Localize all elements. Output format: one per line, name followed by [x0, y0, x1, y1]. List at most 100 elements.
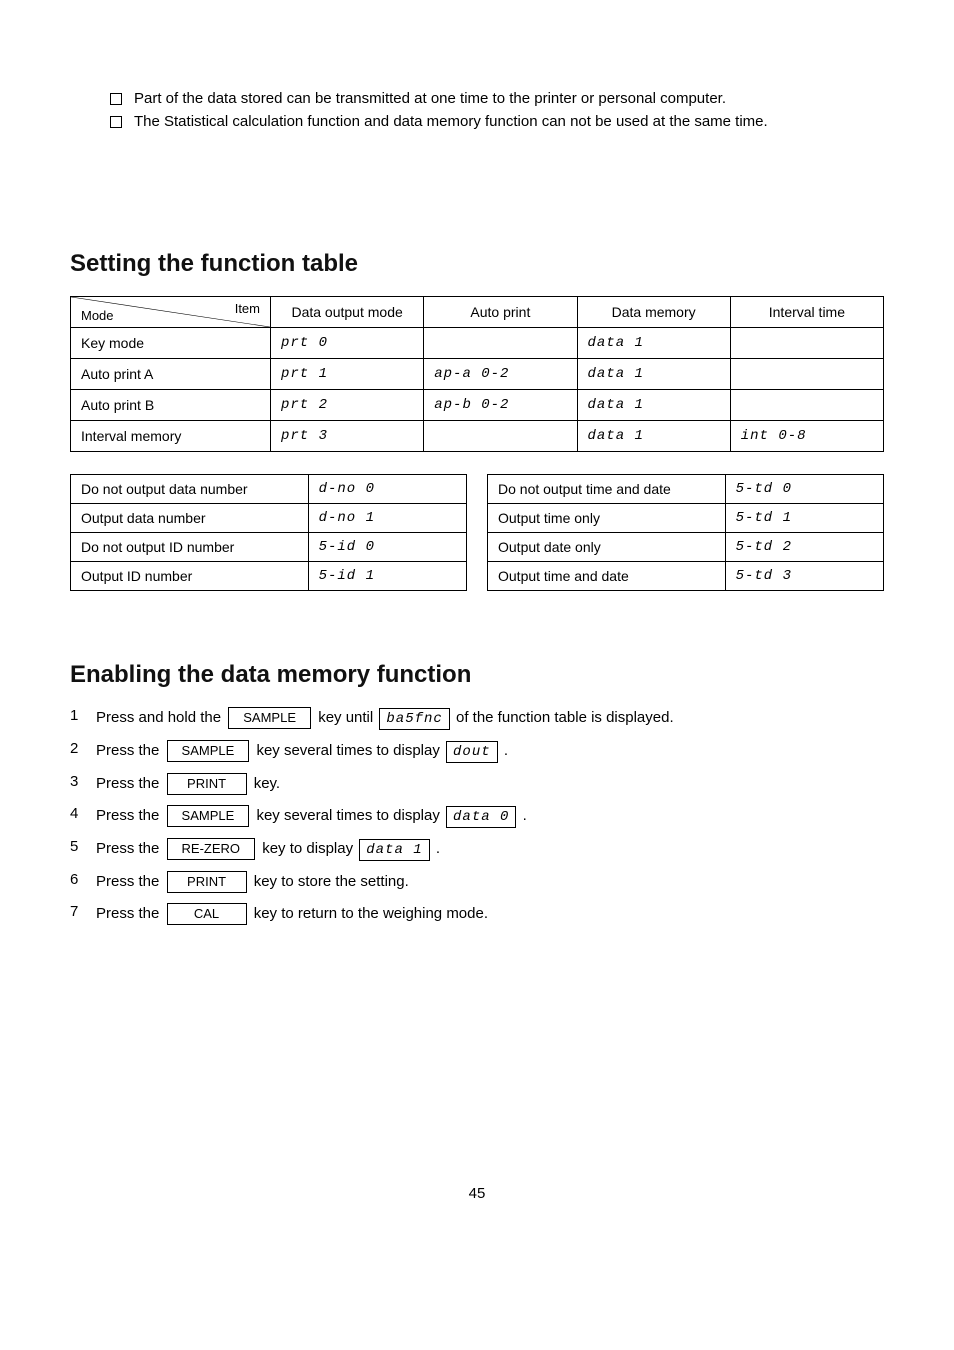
step-pre: Press the [96, 905, 164, 922]
col-head: Auto print [424, 297, 577, 328]
mode-cell: Key mode [71, 328, 271, 359]
diag-header: Item Mode [71, 297, 271, 328]
table-row: Output data number d-no 1 [71, 504, 467, 533]
label-cell: Do not output time and date [488, 475, 726, 504]
seg-cell [424, 328, 577, 359]
seg-cell: prt 1 [271, 359, 424, 390]
seg-cell: prt 3 [271, 421, 424, 452]
label-cell: Output date only [488, 533, 726, 562]
bullet-text: Part of the data stored can be transmitt… [134, 90, 726, 107]
bullet-item: The Statistical calculation function and… [110, 113, 884, 130]
right-small-table: Do not output time and date 5-td 0 Outpu… [487, 474, 884, 591]
step-number: 5 [70, 838, 96, 855]
step-item: 1 Press and hold the SAMPLE key until ba… [70, 707, 884, 730]
section-title-setting: Setting the function table [70, 250, 884, 278]
key-sample: SAMPLE [167, 740, 250, 762]
step-number: 7 [70, 903, 96, 920]
step-text: Press and hold the SAMPLE key until ba5f… [96, 707, 884, 730]
label-cell: Do not output ID number [71, 533, 309, 562]
table-row: Auto print B prt 2 ap-b 0-2 data 1 [71, 390, 884, 421]
table-row: Output time only 5-td 1 [488, 504, 884, 533]
label-cell: Output time only [488, 504, 726, 533]
step-number: 6 [70, 871, 96, 888]
step-post: key several times to display [256, 807, 444, 824]
col-head: Data output mode [271, 297, 424, 328]
section-title-enabling: Enabling the data memory function [70, 661, 884, 689]
step-post: key several times to display [256, 742, 444, 759]
table-row: Do not output time and date 5-td 0 [488, 475, 884, 504]
step-number: 3 [70, 773, 96, 790]
col-head: Interval time [730, 297, 883, 328]
table-row: Output time and date 5-td 3 [488, 562, 884, 591]
seg-cell: data 1 [577, 359, 730, 390]
step-text: Press the SAMPLE key several times to di… [96, 740, 884, 763]
table-row: Output date only 5-td 2 [488, 533, 884, 562]
label-cell: Do not output data number [71, 475, 309, 504]
step-item: 4 Press the SAMPLE key several times to … [70, 805, 884, 828]
step-text: Press the SAMPLE key several times to di… [96, 805, 884, 828]
table-row: Do not output ID number 5-id 0 [71, 533, 467, 562]
step-number: 1 [70, 707, 96, 724]
bullet-marker [110, 93, 122, 105]
step-post: key to return to the weighing mode. [254, 905, 488, 922]
step-pre: Press and hold the [96, 709, 225, 726]
caution-bullets: Part of the data stored can be transmitt… [110, 90, 884, 130]
step-item: 6 Press the PRINT key to store the setti… [70, 871, 884, 893]
seg-cell [730, 390, 883, 421]
diag-top-label: Item [235, 301, 260, 316]
seg-cell: 5-td 2 [725, 533, 883, 562]
display-value: dout [446, 741, 498, 763]
step-item: 2 Press the SAMPLE key several times to … [70, 740, 884, 763]
diag-bot-label: Mode [81, 308, 114, 323]
display-value: ba5fnc [379, 708, 449, 730]
steps-list: 1 Press and hold the SAMPLE key until ba… [70, 707, 884, 925]
seg-cell: 5-td 3 [725, 562, 883, 591]
small-tables-row: Do not output data number d-no 0 Output … [70, 474, 884, 591]
seg-cell: 5-td 0 [725, 475, 883, 504]
step-tail: . [523, 807, 527, 824]
label-cell: Output time and date [488, 562, 726, 591]
seg-cell: data 1 [577, 390, 730, 421]
seg-cell: data 1 [577, 421, 730, 452]
step-pre: Press the [96, 742, 164, 759]
seg-cell: d-no 0 [308, 475, 466, 504]
step-item: 3 Press the PRINT key. [70, 773, 884, 795]
left-small-table: Do not output data number d-no 0 Output … [70, 474, 467, 591]
step-tail: of the function table is displayed. [456, 709, 674, 726]
step-tail: . [436, 840, 440, 857]
step-item: 7 Press the CAL key to return to the wei… [70, 903, 884, 925]
key-cal: CAL [167, 903, 247, 925]
table-row: Do not output data number d-no 0 [71, 475, 467, 504]
seg-cell [730, 359, 883, 390]
function-table: Item Mode Data output mode Auto print Da… [70, 296, 884, 452]
step-tail: . [504, 742, 508, 759]
step-post: key. [254, 775, 280, 792]
bullet-item: Part of the data stored can be transmitt… [110, 90, 884, 107]
bullet-marker [110, 116, 122, 128]
mode-cell: Auto print A [71, 359, 271, 390]
seg-cell: ap-a 0-2 [424, 359, 577, 390]
key-print: PRINT [167, 773, 247, 795]
seg-cell [730, 328, 883, 359]
seg-cell: data 1 [577, 328, 730, 359]
display-value: data 1 [359, 839, 429, 861]
label-cell: Output data number [71, 504, 309, 533]
step-number: 2 [70, 740, 96, 757]
seg-cell: prt 2 [271, 390, 424, 421]
step-number: 4 [70, 805, 96, 822]
key-sample: SAMPLE [167, 805, 250, 827]
bullet-text: The Statistical calculation function and… [134, 113, 768, 130]
step-post: key to display [262, 840, 357, 857]
seg-cell: 5-id 1 [308, 562, 466, 591]
table-row: Key mode prt 0 data 1 [71, 328, 884, 359]
step-pre: Press the [96, 840, 164, 857]
page-number: 45 [70, 1185, 884, 1202]
step-text: Press the RE-ZERO key to display data 1 … [96, 838, 884, 861]
col-head: Data memory [577, 297, 730, 328]
key-print: PRINT [167, 871, 247, 893]
seg-cell: 5-id 0 [308, 533, 466, 562]
seg-cell: 5-td 1 [725, 504, 883, 533]
mode-cell: Auto print B [71, 390, 271, 421]
step-pre: Press the [96, 873, 164, 890]
seg-cell [424, 421, 577, 452]
